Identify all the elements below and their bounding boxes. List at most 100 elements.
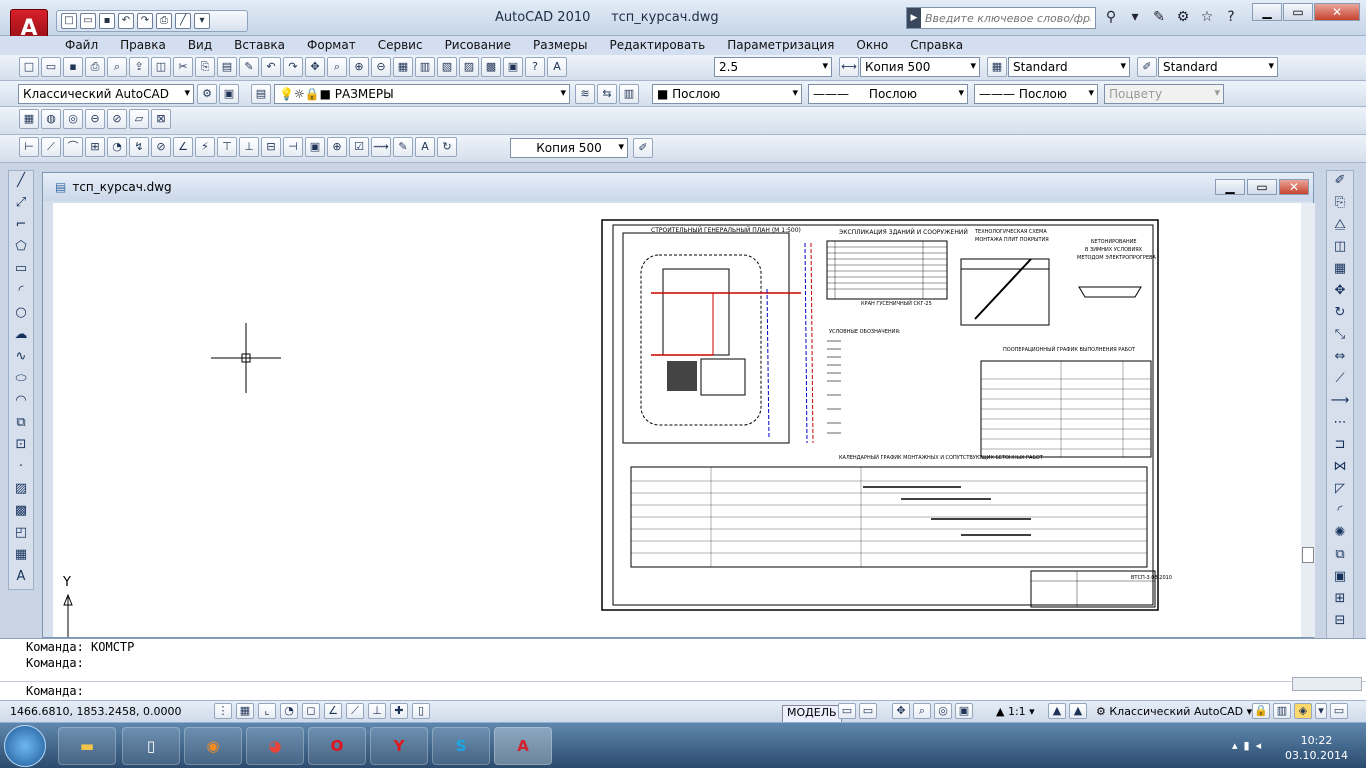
polar-icon[interactable]: ◔ xyxy=(280,703,298,719)
fillet-icon[interactable]: ◜ xyxy=(1329,503,1351,523)
preview-icon[interactable]: ⌕ xyxy=(107,57,127,77)
sphere-icon[interactable]: ◍ xyxy=(41,109,61,129)
coordinates-display[interactable]: 1466.6810, 1853.2458, 0.0000 xyxy=(10,705,181,723)
baseline-icon[interactable]: ⊤ xyxy=(217,137,237,157)
favorites-icon[interactable]: ☆ xyxy=(1198,9,1216,27)
menu-help[interactable]: Справка xyxy=(899,36,974,55)
qat-dropdown-icon[interactable]: ▾ xyxy=(194,13,210,29)
chamfer-icon[interactable]: ◸ xyxy=(1329,481,1351,501)
arc-icon[interactable]: ◜ xyxy=(10,283,32,303)
redo-tb-icon[interactable]: ↷ xyxy=(283,57,303,77)
ellipse-icon[interactable]: ⬭ xyxy=(10,371,32,391)
showmotion-icon[interactable]: ▣ xyxy=(955,703,973,719)
dim-edit-icon[interactable]: ✎ xyxy=(393,137,413,157)
search-input[interactable] xyxy=(921,11,1091,25)
menu-edit[interactable]: Правка xyxy=(109,36,177,55)
document-taskbar-icon[interactable]: ▯ xyxy=(122,727,180,765)
3d-dwf-icon[interactable]: ◫ xyxy=(151,57,171,77)
publish-icon[interactable]: ⇪ xyxy=(129,57,149,77)
grid-view-icon[interactable]: ▦ xyxy=(19,109,39,129)
center-mark-icon[interactable]: ⊕ xyxy=(327,137,347,157)
undo-tb-icon[interactable]: ↶ xyxy=(261,57,281,77)
open-file-icon[interactable]: ▭ xyxy=(41,57,61,77)
cube-icon[interactable]: ▱ xyxy=(129,109,149,129)
new-icon[interactable]: □ xyxy=(61,13,77,29)
tolerance-icon[interactable]: ▣ xyxy=(305,137,325,157)
qnew-icon[interactable]: □ xyxy=(19,57,39,77)
rotate-icon[interactable]: ↻ xyxy=(1329,305,1351,325)
volume-icon[interactable]: ◂ xyxy=(1256,739,1262,752)
point-icon[interactable]: · xyxy=(10,459,32,479)
inspect-icon[interactable]: ☑ xyxy=(349,137,369,157)
continue-icon[interactable]: ⊥ xyxy=(239,137,259,157)
dropdown-icon[interactable]: ▾ xyxy=(1126,9,1144,27)
erase-icon[interactable]: ✐ xyxy=(1329,173,1351,193)
grid-icon[interactable]: ▦ xyxy=(236,703,254,719)
vertical-scrollbar[interactable] xyxy=(1301,203,1315,637)
zoom-window-icon[interactable]: ⊕ xyxy=(349,57,369,77)
menu-format[interactable]: Формат xyxy=(296,36,367,55)
undo-icon[interactable]: ↶ xyxy=(118,13,134,29)
yandex-taskbar-icon[interactable]: Y xyxy=(370,727,428,765)
zoom-previous-icon[interactable]: ⊖ xyxy=(371,57,391,77)
lineweight-select[interactable]: ——— Послою xyxy=(974,84,1098,104)
explode-icon[interactable]: ✺ xyxy=(1329,525,1351,545)
markup-icon[interactable]: ▩ xyxy=(481,57,501,77)
rectangle-icon[interactable]: ▭ xyxy=(10,261,32,281)
ducs-icon[interactable]: ⊥ xyxy=(368,703,386,719)
doc-minimize-button[interactable]: ▁ xyxy=(1215,179,1245,195)
quick-view-layouts-icon[interactable]: ▭ xyxy=(838,703,856,719)
layer-select[interactable]: 💡☼🔒■ РАЗМЕРЫ xyxy=(274,84,570,104)
paste-icon[interactable]: ▤ xyxy=(217,57,237,77)
sheet-set-icon[interactable]: ▨ xyxy=(459,57,479,77)
help-icon[interactable]: ? xyxy=(1222,9,1240,27)
tool-palettes-icon[interactable]: ▧ xyxy=(437,57,457,77)
construction-line-icon[interactable]: ⤢ xyxy=(10,195,32,215)
region-icon[interactable]: ◰ xyxy=(10,525,32,545)
workspace-switch[interactable]: ⚙ Классический AutoCAD ▾ xyxy=(1096,705,1252,723)
subscription-icon[interactable]: ✎ xyxy=(1150,9,1168,27)
drawing-canvas[interactable]: Y СТРОИТЕЛЬНЫЙ ГЕНЕРАЛЬНЫЙ ПЛАН (М 1:500… xyxy=(53,203,1301,637)
line-icon[interactable]: ╱ xyxy=(175,13,191,29)
steering-wheel-icon[interactable]: ◎ xyxy=(934,703,952,719)
doc-close-button[interactable]: ✕ xyxy=(1279,179,1309,195)
jogged-icon[interactable]: ↯ xyxy=(129,137,149,157)
binoculars-icon[interactable]: ⚲ xyxy=(1102,9,1120,27)
start-button[interactable] xyxy=(4,725,46,767)
model-space-button[interactable]: МОДЕЛЬ xyxy=(782,705,842,723)
doc-maximize-button[interactable]: ▭ xyxy=(1247,179,1277,195)
text-style-icon[interactable]: A xyxy=(547,57,567,77)
search-collapse-icon[interactable]: ▶ xyxy=(907,8,921,28)
zoom-realtime-icon[interactable]: ⌕ xyxy=(327,57,347,77)
no-shading-icon[interactable]: ⊘ xyxy=(107,109,127,129)
calculator-icon[interactable]: ▣ xyxy=(503,57,523,77)
opera-taskbar-icon[interactable]: O xyxy=(308,727,366,765)
menu-parametric[interactable]: Параметризация xyxy=(716,36,845,55)
line-tool-icon[interactable]: ╱ xyxy=(10,173,32,193)
taskbar-clock[interactable]: 10:22 03.10.2014 xyxy=(1285,733,1348,763)
make-current-icon[interactable]: ≋ xyxy=(575,84,595,104)
mirror-icon[interactable]: ⧋ xyxy=(1329,217,1351,237)
spline-icon[interactable]: ∿ xyxy=(10,349,32,369)
firefox-taskbar-icon[interactable]: ◉ xyxy=(184,727,242,765)
stretch-icon[interactable]: ⇔ xyxy=(1329,349,1351,369)
command-input[interactable]: Команда: xyxy=(0,681,1366,699)
table-icon[interactable]: ▦ xyxy=(10,547,32,567)
network-icon[interactable]: ▮ xyxy=(1244,739,1250,752)
table-style-icon[interactable]: ▦ xyxy=(987,57,1007,77)
radius-icon[interactable]: ◔ xyxy=(107,137,127,157)
dimension-style-select[interactable]: Standard xyxy=(1008,57,1130,77)
table-style-select[interactable]: Standard xyxy=(1158,57,1278,77)
dim-style-manager-icon[interactable]: ✐ xyxy=(633,138,653,158)
linear-dim-icon[interactable]: ⊢ xyxy=(19,137,39,157)
torus-icon[interactable]: ◎ xyxy=(63,109,83,129)
dim-space-icon[interactable]: ⊟ xyxy=(261,137,281,157)
gradient-icon[interactable]: ▩ xyxy=(10,503,32,523)
tray-arrow-icon[interactable]: ▴ xyxy=(1232,739,1238,752)
layer-previous-icon[interactable]: ⇆ xyxy=(597,84,617,104)
help-tb-icon[interactable]: ? xyxy=(525,57,545,77)
annotation-visibility-icon[interactable]: ▲ xyxy=(1048,703,1066,719)
dyn-icon[interactable]: ✚ xyxy=(390,703,408,719)
ortho-icon[interactable]: ⌞ xyxy=(258,703,276,719)
menu-file[interactable]: Файл xyxy=(54,36,109,55)
